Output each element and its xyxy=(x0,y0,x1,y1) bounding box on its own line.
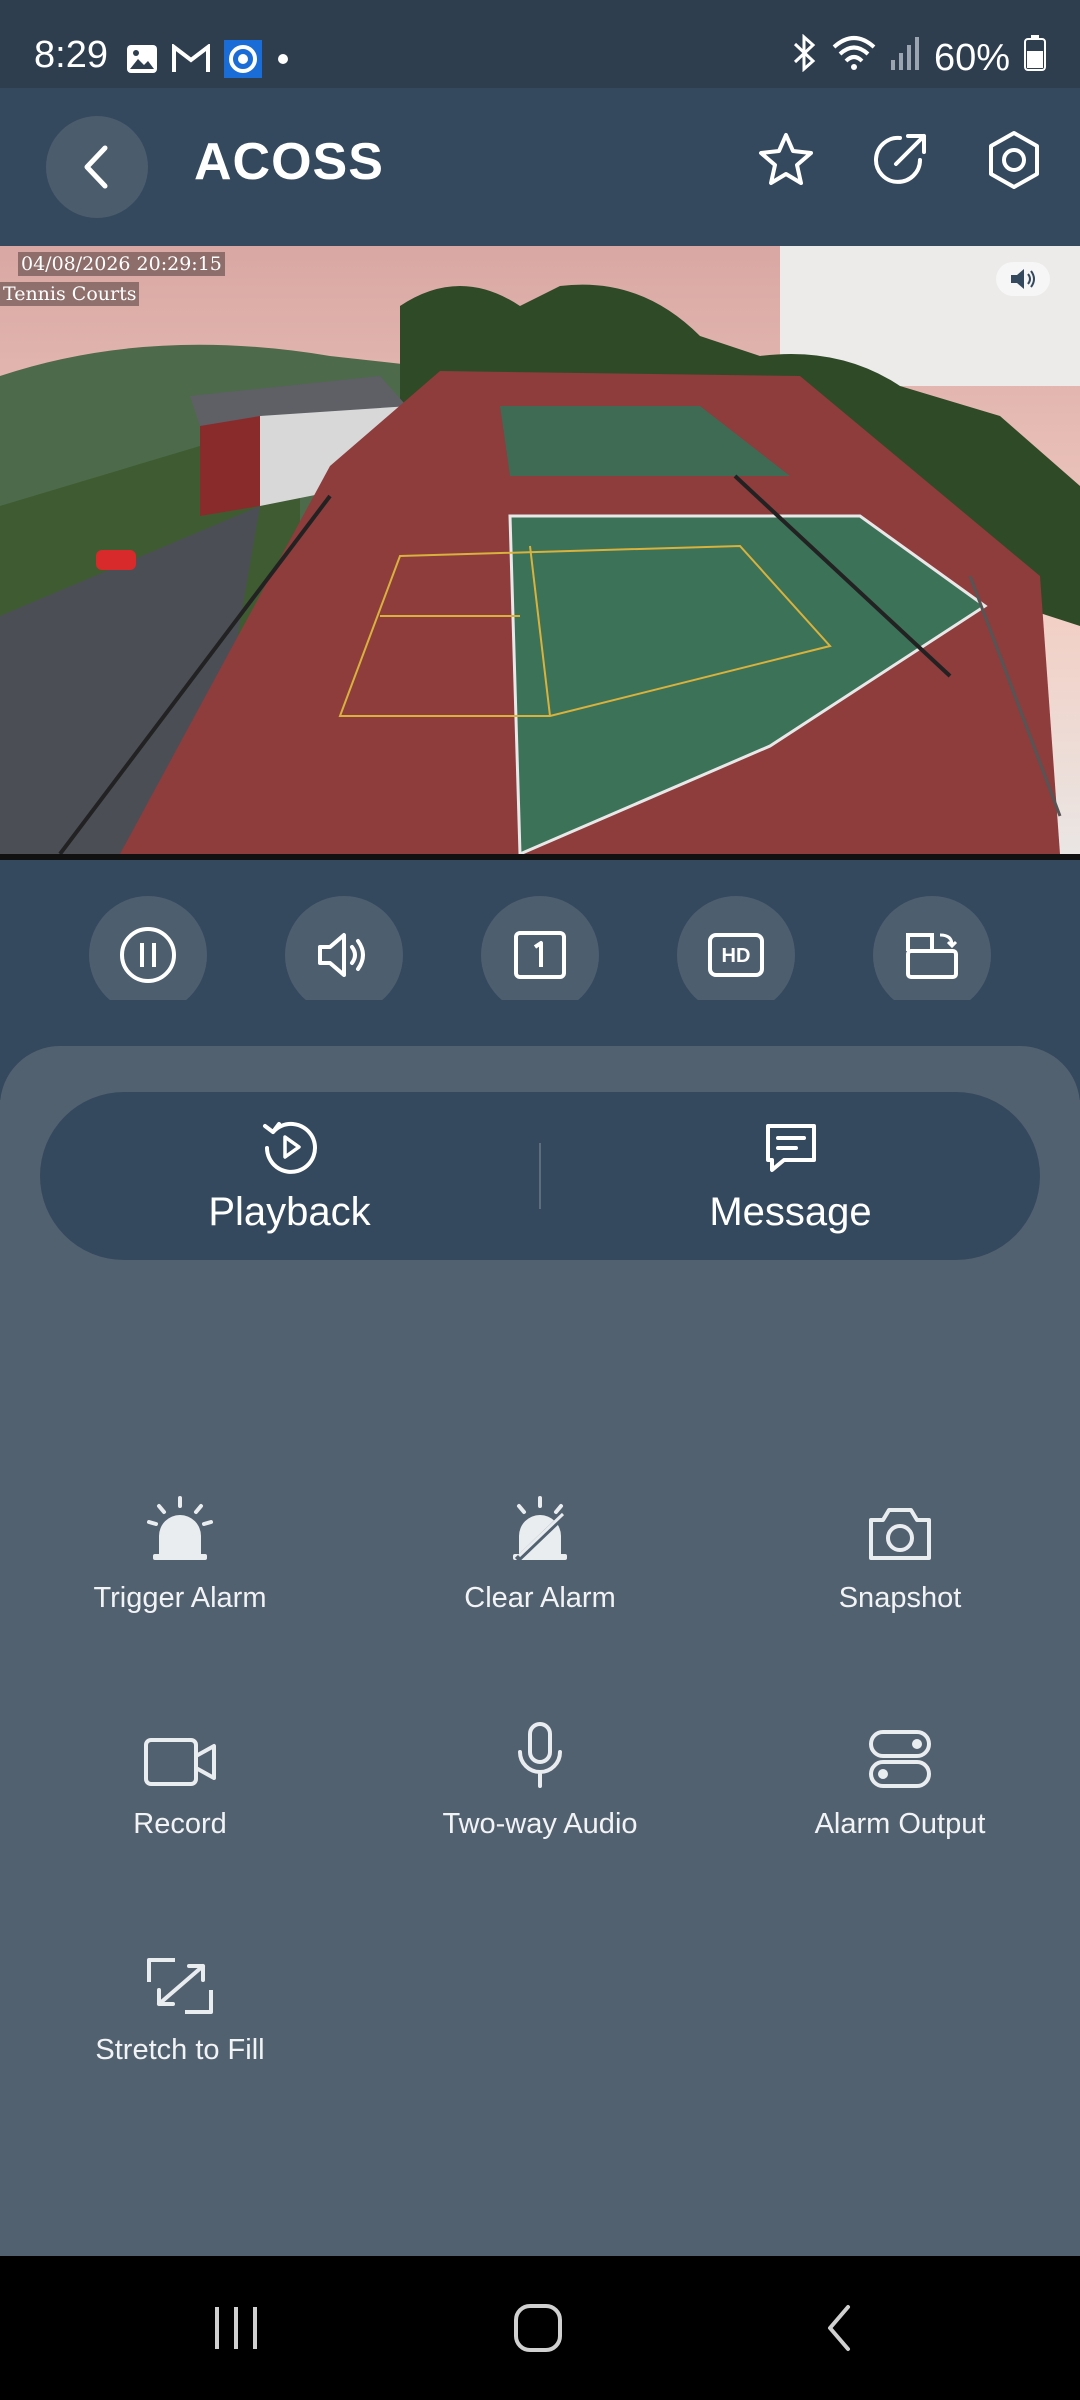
single-view-button[interactable] xyxy=(481,896,599,1014)
stretch-to-fill-button[interactable]: Stretch to Fill xyxy=(0,1936,360,2162)
share-icon xyxy=(874,134,926,184)
pause-button[interactable] xyxy=(89,896,207,1014)
hd-icon: HD xyxy=(708,933,764,977)
home-icon xyxy=(514,2304,562,2352)
gallery-icon xyxy=(126,44,158,79)
video-audio-button[interactable] xyxy=(996,262,1050,296)
hd-button[interactable]: HD xyxy=(677,896,795,1014)
gmail-icon xyxy=(172,42,210,79)
chevron-left-icon xyxy=(84,145,108,189)
dot-icon xyxy=(276,52,290,71)
camera-icon xyxy=(869,1508,931,1560)
recent-apps-icon xyxy=(215,2307,257,2349)
pause-icon xyxy=(120,927,176,983)
message-label: Message xyxy=(709,1189,872,1234)
live-video[interactable]: 04/08/2026 20:29:15 Tennis Courts xyxy=(0,246,1080,854)
camera-feed-image xyxy=(0,246,1080,854)
app-bar-actions xyxy=(756,130,1044,190)
microphone-icon xyxy=(518,1722,562,1788)
share-button[interactable] xyxy=(870,130,930,190)
rotate-icon xyxy=(906,933,958,979)
alarm-off-icon xyxy=(513,1496,568,1563)
action-panel: Playback Message Trigger Alarm Clear Ala… xyxy=(0,1046,1080,2256)
battery-icon xyxy=(1024,35,1046,81)
star-icon xyxy=(759,133,813,185)
record-button[interactable]: Record xyxy=(0,1710,360,1936)
bluetooth-icon xyxy=(792,33,818,82)
app-bar: ACOSS xyxy=(0,88,1080,246)
speaker-icon xyxy=(318,933,365,977)
two-way-audio-label: Two-way Audio xyxy=(442,1808,638,1840)
video-timestamp: 04/08/2026 20:29:15 xyxy=(18,252,225,276)
playback-icon xyxy=(262,1121,317,1174)
volume-icon xyxy=(1011,269,1035,289)
playback-label: Playback xyxy=(208,1189,371,1234)
video-location: Tennis Courts xyxy=(0,282,140,306)
message-button[interactable]: Message xyxy=(541,1092,1040,1260)
rotate-button[interactable] xyxy=(873,896,991,1014)
settings-icon xyxy=(989,131,1039,189)
battery-text: 60% xyxy=(933,36,1010,79)
favorite-button[interactable] xyxy=(756,130,816,190)
snapshot-label: Snapshot xyxy=(838,1582,962,1614)
trigger-alarm-button[interactable]: Trigger Alarm xyxy=(0,1484,360,1710)
signal-icon xyxy=(890,36,920,80)
recent-apps-button[interactable] xyxy=(156,2256,316,2400)
speaker-button[interactable] xyxy=(285,896,403,1014)
clear-alarm-button[interactable]: Clear Alarm xyxy=(360,1484,720,1710)
stretch-icon xyxy=(147,1958,213,2014)
clear-alarm-label: Clear Alarm xyxy=(464,1582,616,1614)
playback-message-bar: Playback Message xyxy=(40,1092,1040,1260)
system-nav-bar xyxy=(0,2256,1080,2400)
action-grid: Trigger Alarm Clear Alarm Snapshot Recor… xyxy=(0,1484,1080,2162)
trigger-alarm-label: Trigger Alarm xyxy=(93,1582,267,1614)
back-button[interactable] xyxy=(46,116,148,218)
alarm-output-label: Alarm Output xyxy=(814,1808,986,1840)
snapshot-button[interactable]: Snapshot xyxy=(720,1484,1080,1710)
alarm-output-button[interactable]: Alarm Output xyxy=(720,1710,1080,1936)
system-icons: 60% xyxy=(792,33,1046,82)
alarm-icon xyxy=(147,1496,213,1560)
wifi-icon xyxy=(832,35,876,81)
svg-text:HD: HD xyxy=(722,945,751,967)
camera-app-icon xyxy=(224,40,262,83)
page-title: ACOSS xyxy=(194,133,384,191)
single-view-icon xyxy=(514,931,566,979)
playback-button[interactable]: Playback xyxy=(40,1092,539,1260)
stretch-to-fill-label: Stretch to Fill xyxy=(95,2034,265,2066)
settings-button[interactable] xyxy=(984,130,1044,190)
status-time: 8:29 xyxy=(34,34,108,76)
status-bar: 8:29 60% xyxy=(0,0,1080,88)
two-way-audio-button[interactable]: Two-way Audio xyxy=(360,1710,720,1936)
nav-back-button[interactable] xyxy=(760,2256,920,2400)
notification-icons xyxy=(126,40,290,83)
record-label: Record xyxy=(133,1808,227,1840)
back-icon xyxy=(828,2305,850,2351)
toggle-icon xyxy=(869,1730,931,1788)
message-icon xyxy=(765,1123,816,1172)
video-icon xyxy=(144,1738,216,1786)
home-button[interactable] xyxy=(458,2256,618,2400)
